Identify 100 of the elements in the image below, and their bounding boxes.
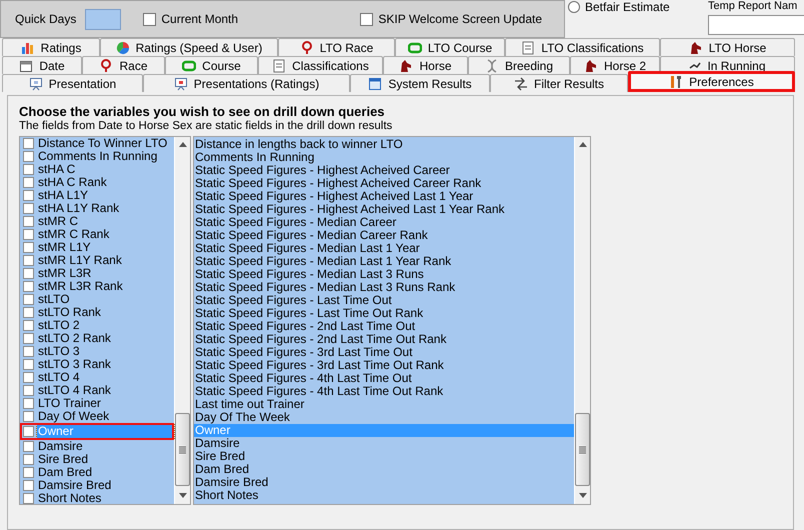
description-item[interactable]: Static Speed Figures - Highest Acheived Last 1 Year Rank — [194, 203, 574, 216]
tab[interactable]: Preferences — [628, 71, 795, 92]
checkbox[interactable] — [23, 307, 34, 318]
description-item[interactable]: Day Of The Week — [194, 411, 574, 424]
tab[interactable]: Filter Results — [490, 74, 628, 92]
checkbox[interactable] — [23, 320, 34, 331]
temp-report-name-field[interactable] — [708, 15, 804, 35]
description-item[interactable]: Static Speed Figures - Median Last 3 Runs — [194, 268, 574, 281]
description-item[interactable]: Static Speed Figures - Highest Acheived Career — [194, 164, 574, 177]
checkbox[interactable] — [23, 372, 34, 383]
checkbox[interactable] — [23, 203, 34, 214]
checkbox[interactable] — [23, 268, 34, 279]
variable-item[interactable]: stLTO — [37, 293, 174, 306]
tab[interactable]: LTO Course — [395, 38, 505, 56]
tab[interactable]: Horse 2 — [570, 56, 660, 74]
checkbox[interactable] — [143, 12, 156, 26]
description-item[interactable]: Static Speed Figures - Median Career Rank — [194, 229, 574, 242]
checkbox[interactable] — [23, 138, 34, 149]
scroll-thumb[interactable] — [175, 413, 190, 486]
tab[interactable]: LTO Horse — [660, 38, 795, 56]
variable-item[interactable]: stMR L3R Rank — [37, 280, 174, 293]
checkbox[interactable] — [23, 216, 34, 227]
variable-item[interactable]: stMR L3R — [37, 267, 174, 280]
description-item[interactable]: Static Speed Figures - Median Career — [194, 216, 574, 229]
checkbox[interactable] — [23, 493, 34, 504]
variable-item[interactable]: Distance To Winner LTO — [37, 137, 174, 150]
tab[interactable]: Race — [82, 56, 165, 74]
scroll-down-icon[interactable] — [578, 493, 586, 498]
description-item[interactable]: Static Speed Figures - 4th Last Time Out — [194, 372, 574, 385]
tab[interactable]: LTO Race — [278, 38, 395, 56]
tab[interactable]: Ratings — [2, 38, 100, 56]
checkbox[interactable] — [23, 164, 34, 175]
checkbox[interactable] — [23, 294, 34, 305]
description-item[interactable]: Static Speed Figures - 2nd Last Time Out Rank — [194, 333, 574, 346]
description-item[interactable]: Static Speed Figures - Last Time Out Rank — [194, 307, 574, 320]
scroll-thumb[interactable] — [575, 413, 590, 486]
description-item[interactable]: Short Notes — [194, 489, 574, 502]
description-item[interactable]: Static Speed Figures - Highest Acheived Last 1 Year — [194, 190, 574, 203]
variable-item[interactable]: stMR C — [37, 215, 174, 228]
scrollbar[interactable] — [174, 137, 190, 504]
variable-item[interactable]: Damsire — [37, 440, 174, 453]
variable-item[interactable]: stHA C Rank — [37, 176, 174, 189]
tab[interactable]: Classifications — [258, 56, 383, 74]
checkbox[interactable] — [23, 398, 34, 409]
description-item[interactable]: Static Speed Figures - 4th Last Time Out Rank — [194, 385, 574, 398]
checkbox[interactable] — [360, 12, 374, 26]
tab[interactable]: Presentations (Ratings) — [143, 74, 350, 92]
tab[interactable]: LTO Classifications — [505, 38, 660, 56]
checkbox[interactable] — [23, 467, 34, 478]
description-item[interactable]: Static Speed Figures - Last Time Out — [194, 294, 574, 307]
variable-item[interactable]: stLTO Rank — [37, 306, 174, 319]
tab[interactable]: Course — [165, 56, 258, 74]
description-item[interactable]: Last time out Trainer — [194, 398, 574, 411]
variable-item[interactable]: stHA L1Y — [37, 189, 174, 202]
variable-item[interactable]: Short Notes — [37, 492, 174, 505]
checkbox[interactable] — [23, 480, 34, 491]
checkbox[interactable] — [23, 441, 34, 452]
quick-days-field[interactable] — [85, 8, 122, 30]
description-item[interactable]: Static Speed Figures - Median Last 1 Year — [194, 242, 574, 255]
tab[interactable]: Horse — [383, 56, 468, 74]
radio-button[interactable] — [568, 1, 580, 13]
variable-item[interactable]: Damsire Bred — [37, 479, 174, 492]
description-item[interactable]: Static Speed Figures - Median Last 1 Year Rank — [194, 255, 574, 268]
checkbox[interactable] — [23, 359, 34, 370]
tab[interactable]: Presentation — [2, 74, 143, 92]
tab[interactable]: Ratings (Speed & User) — [100, 38, 278, 56]
variable-item[interactable]: stHA C — [37, 163, 174, 176]
description-item[interactable]: Damsire Bred — [194, 476, 574, 489]
description-item[interactable]: Distance in lengths back to winner LTO — [194, 138, 574, 151]
description-item[interactable]: Static Speed Figures - 3rd Last Time Out Rank — [194, 359, 574, 372]
variable-item[interactable]: LTO Trainer — [37, 397, 174, 410]
description-item[interactable]: Static Speed Figures - 3rd Last Time Out — [194, 346, 574, 359]
description-item[interactable]: Sire Bred — [194, 450, 574, 463]
description-item[interactable]: Damsire — [194, 437, 574, 450]
checkbox[interactable] — [23, 229, 34, 240]
scroll-up-icon[interactable] — [578, 142, 586, 147]
checkbox[interactable] — [23, 242, 34, 253]
description-item[interactable]: Static Speed Figures - Median Last 3 Runs Rank — [194, 281, 574, 294]
description-item[interactable]: Static Speed Figures - Highest Acheived Career Rank — [194, 177, 574, 190]
variable-item[interactable]: stLTO 3 — [37, 345, 174, 358]
variable-item[interactable]: stLTO 3 Rank — [37, 358, 174, 371]
variable-item[interactable]: Sire Bred — [37, 453, 174, 466]
variable-item[interactable]: stLTO 2 — [37, 319, 174, 332]
description-item[interactable]: Dam Bred — [194, 463, 574, 476]
tab[interactable]: System Results — [350, 74, 490, 92]
checkbox[interactable] — [23, 346, 34, 357]
scroll-up-icon[interactable] — [178, 142, 186, 147]
description-item[interactable]: Comments In Running — [194, 151, 574, 164]
variable-item[interactable]: stMR L1Y — [37, 241, 174, 254]
variable-item[interactable]: stLTO 4 — [37, 371, 174, 384]
scrollbar[interactable] — [574, 137, 590, 504]
variable-item[interactable]: stLTO 2 Rank — [37, 332, 174, 345]
variable-item[interactable]: Comments In Running — [37, 150, 174, 163]
variable-item[interactable]: stHA L1Y Rank — [37, 202, 174, 215]
tab[interactable]: Date — [2, 56, 82, 74]
checkbox[interactable] — [23, 177, 34, 188]
variable-item[interactable]: Day Of Week — [37, 410, 174, 423]
variable-item[interactable]: stLTO 4 Rank — [37, 384, 174, 397]
checkbox[interactable] — [23, 151, 34, 162]
checkbox[interactable] — [23, 454, 34, 465]
